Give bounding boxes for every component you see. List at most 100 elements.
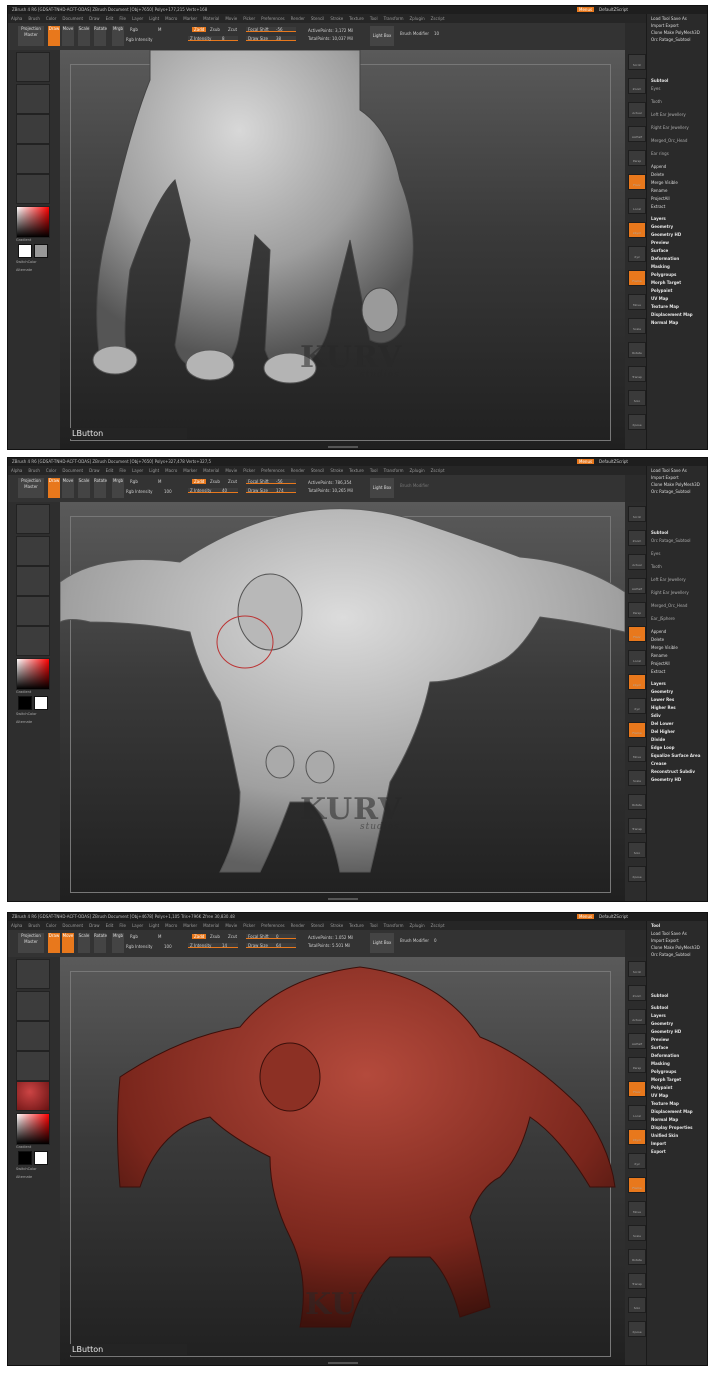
shelf-frame-button[interactable]: Frame — [628, 270, 646, 286]
menu-picker[interactable]: Picker — [243, 16, 255, 21]
zsub-label[interactable]: Zsub — [210, 27, 220, 32]
menu-render[interactable]: Render — [291, 16, 305, 21]
mrgb-button[interactable]: Mrgb — [112, 26, 124, 46]
zcut-label[interactable]: Zcut — [228, 479, 237, 484]
gradient-label[interactable]: Gradient — [16, 690, 31, 694]
palette-surface[interactable]: Surface — [651, 1045, 668, 1050]
light-box-button[interactable]: Light Box — [370, 933, 394, 953]
palette-equalize-surface-area[interactable]: Equalize Surface Area — [651, 753, 700, 758]
menu-transform[interactable]: Transform — [384, 16, 404, 21]
bottom-scroll-handle[interactable] — [327, 898, 358, 900]
alternate-label[interactable]: Alternate — [16, 1175, 32, 1179]
brush-thumbnail[interactable] — [16, 52, 50, 82]
shelf-floor-button[interactable]: Floor — [628, 174, 646, 190]
scale-button[interactable]: Scale — [78, 26, 90, 46]
subtool-action-append[interactable]: Append — [651, 164, 666, 169]
move-button[interactable]: Move — [62, 26, 74, 46]
subtool-action-extract[interactable]: Extract — [651, 669, 665, 674]
tool-header-row[interactable]: Load Tool Save As — [651, 468, 687, 473]
palette-deformation[interactable]: Deformation — [651, 256, 679, 261]
secondary-color-swatch[interactable] — [34, 696, 48, 710]
bottom-scroll-handle[interactable] — [327, 1362, 358, 1364]
palette-geometry[interactable]: Geometry — [651, 224, 673, 229]
scale-button[interactable]: Scale — [78, 933, 90, 953]
menu-picker[interactable]: Picker — [243, 923, 255, 928]
palette-morph-target[interactable]: Morph Target — [651, 1077, 681, 1082]
palette-edge-loop[interactable]: Edge Loop — [651, 745, 674, 750]
menu-stencil[interactable]: Stencil — [311, 468, 325, 473]
shelf-xyz-button[interactable]: Xyz — [628, 246, 646, 262]
shelf-scale-button[interactable]: Scale — [628, 318, 646, 334]
palette-masking[interactable]: Masking — [651, 264, 670, 269]
menu-color[interactable]: Color — [46, 923, 56, 928]
shelf-local-button[interactable]: Local — [628, 650, 646, 666]
menu-texture[interactable]: Texture — [349, 468, 364, 473]
shelf-rotate-button[interactable]: Rotate — [628, 342, 646, 358]
tool-header-row[interactable]: Import Export — [651, 938, 679, 943]
shelf-local-button[interactable]: Local — [628, 198, 646, 214]
menu-alpha[interactable]: Alpha — [11, 468, 22, 473]
subtool-item[interactable]: Left Ear Jewellery — [651, 112, 686, 117]
shelf-transp-button[interactable]: Transp — [628, 366, 646, 382]
tool-header-row[interactable]: Orc Ratage_Subtool — [651, 489, 691, 494]
texture-thumbnail[interactable] — [16, 1051, 50, 1081]
move-button[interactable]: Move — [62, 933, 74, 953]
stroke-thumbnail[interactable] — [16, 536, 50, 566]
projection-master-button[interactable]: Projection Master — [18, 26, 44, 46]
gradient-label[interactable]: Gradient — [16, 238, 31, 242]
menu-preferences[interactable]: Preferences — [261, 923, 285, 928]
alternate-label[interactable]: Alternate — [16, 268, 32, 272]
menu-material[interactable]: Material — [203, 923, 219, 928]
shelf-xpose-button[interactable]: Xpose — [628, 1321, 646, 1337]
projection-master-button[interactable]: Projection Master — [18, 478, 44, 498]
menu-zscript[interactable]: Zscript — [431, 923, 445, 928]
palette-display-properties[interactable]: Display Properties — [651, 1125, 692, 1130]
menu-draw[interactable]: Draw — [89, 468, 99, 473]
texture-thumbnail[interactable] — [16, 596, 50, 626]
menu-color[interactable]: Color — [46, 468, 56, 473]
zadd-button[interactable]: Zadd — [192, 27, 207, 32]
zcut-label[interactable]: Zcut — [228, 27, 237, 32]
menu-stencil[interactable]: Stencil — [311, 923, 325, 928]
palette-import[interactable]: Import — [651, 1141, 666, 1146]
subtool-item[interactable]: Tooth — [651, 564, 662, 569]
menu-macro[interactable]: Macro — [165, 468, 177, 473]
rgb-label[interactable]: Rgb — [130, 479, 138, 484]
rgb-intensity-label[interactable]: Rgb Intensity — [126, 944, 153, 949]
palette-lower-res[interactable]: Lower Res — [651, 697, 674, 702]
menu-file[interactable]: File — [119, 16, 126, 21]
scale-button[interactable]: Scale — [78, 478, 90, 498]
shelf-aahalf-button[interactable]: AAHalf — [628, 578, 646, 594]
menu-brush[interactable]: Brush — [28, 16, 40, 21]
subtool-item[interactable]: Merged_Orc_Head — [651, 603, 687, 608]
palette-normal-map[interactable]: Normal Map — [651, 1117, 678, 1122]
shelf-solo-button[interactable]: Solo — [628, 1297, 646, 1313]
menu-zscript[interactable]: Zscript — [431, 468, 445, 473]
subtool-action-rename[interactable]: Rename — [651, 653, 667, 658]
palette-preview[interactable]: Preview — [651, 240, 669, 245]
alpha-thumbnail[interactable] — [16, 1021, 50, 1051]
shelf-persp-button[interactable]: Persp — [628, 150, 646, 166]
shelf-transp-button[interactable]: Transp — [628, 818, 646, 834]
palette-geometry-hd[interactable]: Geometry HD — [651, 777, 681, 782]
menu-stroke[interactable]: Stroke — [330, 468, 343, 473]
subtool-action-projectall[interactable]: ProjectAll — [651, 661, 670, 666]
light-box-button[interactable]: Light Box — [370, 26, 394, 46]
subtool-action-delete[interactable]: Delete — [651, 637, 664, 642]
menu-texture[interactable]: Texture — [349, 923, 364, 928]
shelf-lsym-button[interactable]: LSym — [628, 222, 646, 238]
subtool-action-projectall[interactable]: ProjectAll — [651, 196, 670, 201]
shelf-move-button[interactable]: Move — [628, 1201, 646, 1217]
default-zscript[interactable]: DefaultZScript — [599, 914, 628, 919]
tool-header-row[interactable]: Clone Make PolyMesh3D — [651, 945, 700, 950]
palette-polygroups[interactable]: Polygroups — [651, 1069, 676, 1074]
palette-normal-map[interactable]: Normal Map — [651, 320, 678, 325]
shelf-rotate-button[interactable]: Rotate — [628, 1249, 646, 1265]
m-label[interactable]: M — [158, 479, 161, 484]
menu-macro[interactable]: Macro — [165, 923, 177, 928]
shelf-scroll-button[interactable]: Scroll — [628, 961, 646, 977]
menu-texture[interactable]: Texture — [349, 16, 364, 21]
shelf-rotate-button[interactable]: Rotate — [628, 794, 646, 810]
menu-marker[interactable]: Marker — [183, 16, 197, 21]
menu-stroke[interactable]: Stroke — [330, 923, 343, 928]
